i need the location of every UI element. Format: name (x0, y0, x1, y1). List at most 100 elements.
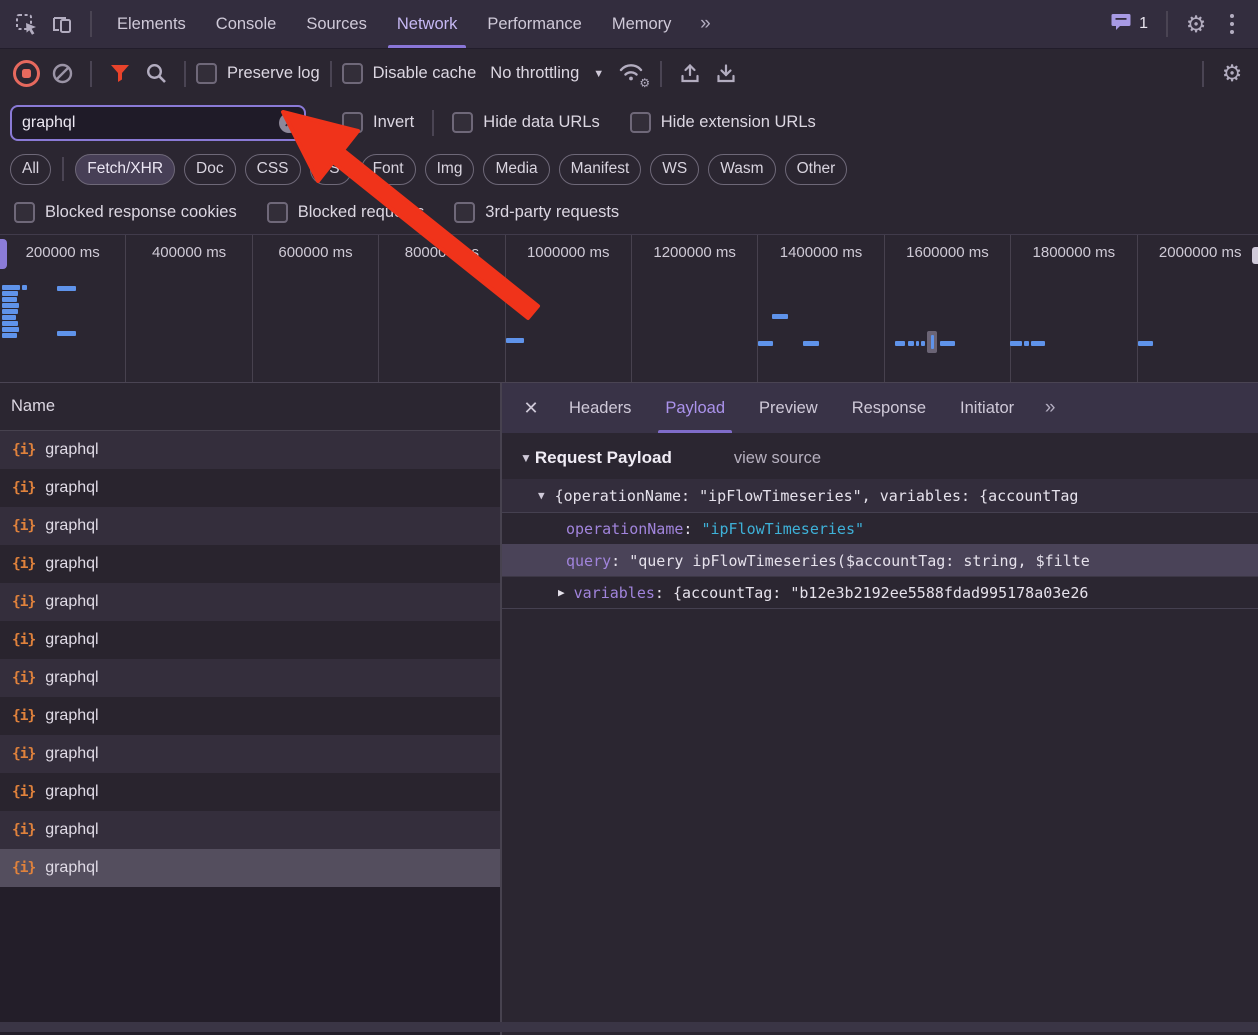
blocked-response-cookies-checkbox[interactable] (14, 202, 35, 223)
hide-extension-urls-checkbox[interactable] (630, 112, 651, 133)
third-party-requests-checkbox[interactable] (454, 202, 475, 223)
network-overview-timeline[interactable]: 200000 ms400000 ms600000 ms800000 ms1000… (0, 234, 1258, 383)
search-icon[interactable] (138, 56, 174, 92)
waterfall-bar (2, 327, 19, 332)
blocked-response-cookies-toggle[interactable]: Blocked response cookies (14, 202, 237, 223)
tab-network[interactable]: Network (382, 0, 473, 48)
invert-toggle[interactable]: Invert (342, 112, 414, 133)
request-table: Name {i}graphql{i}graphql{i}graphql{i}gr… (0, 383, 500, 1035)
detail-tab-initiator[interactable]: Initiator (943, 383, 1031, 433)
hide-extension-urls-toggle[interactable]: Hide extension URLs (630, 112, 816, 133)
waterfall-bar (1138, 341, 1153, 346)
filter-input[interactable] (10, 105, 306, 141)
panel-settings-gear-icon[interactable]: ⚙ (1214, 56, 1250, 92)
chip-wasm[interactable]: Wasm (708, 154, 775, 185)
tab-elements[interactable]: Elements (102, 0, 201, 48)
request-row[interactable]: {i}graphql (0, 849, 500, 887)
request-row[interactable]: {i}graphql (0, 773, 500, 811)
more-detail-tabs-icon[interactable]: » (1031, 390, 1067, 426)
record-network-log-icon[interactable] (8, 56, 44, 92)
hide-data-urls-checkbox[interactable] (452, 112, 473, 133)
blocked-requests-toggle[interactable]: Blocked requests (267, 202, 425, 223)
marker-line (931, 335, 934, 349)
payload-row[interactable]: operationName: "ipFlowTimeseries" (502, 513, 1258, 544)
import-har-icon[interactable] (672, 56, 708, 92)
overview-handle-left[interactable] (0, 239, 7, 269)
chip-all[interactable]: All (10, 154, 51, 185)
detail-tab-payload[interactable]: Payload (648, 383, 742, 433)
tab-sources[interactable]: Sources (291, 0, 382, 48)
network-conditions-icon[interactable]: ⚙ (614, 56, 650, 92)
request-name: graphql (45, 669, 98, 687)
clear-network-log-icon[interactable] (44, 56, 80, 92)
third-party-requests-toggle[interactable]: 3rd-party requests (454, 202, 619, 223)
clear-filter-icon[interactable]: ✕ (279, 113, 299, 133)
message-bubble-icon (1111, 12, 1132, 37)
hide-data-urls-toggle[interactable]: Hide data URLs (452, 112, 599, 133)
third-party-requests-label: 3rd-party requests (485, 203, 619, 222)
issues-button[interactable]: 1 (1103, 12, 1156, 37)
json-braces-icon: {i} (12, 442, 35, 458)
name-column-header[interactable]: Name (0, 383, 500, 431)
detail-tab-headers[interactable]: Headers (552, 383, 648, 433)
request-row[interactable]: {i}graphql (0, 697, 500, 735)
request-name: graphql (45, 745, 98, 763)
invert-checkbox[interactable] (342, 112, 363, 133)
chip-doc[interactable]: Doc (184, 154, 236, 185)
request-row[interactable]: {i}graphql (0, 621, 500, 659)
waterfall-bar (895, 341, 905, 346)
collapse-triangle-icon[interactable]: ▼ (538, 489, 545, 502)
json-braces-icon: {i} (12, 746, 35, 762)
chip-other[interactable]: Other (785, 154, 848, 185)
blocked-requests-checkbox[interactable] (267, 202, 288, 223)
overview-handle-right[interactable] (1252, 247, 1258, 264)
export-har-icon[interactable] (708, 56, 744, 92)
section-title: Request Payload (535, 448, 672, 468)
request-row[interactable]: {i}graphql (0, 545, 500, 583)
disable-cache-checkbox[interactable] (342, 63, 363, 84)
expand-triangle-icon[interactable]: ▶ (558, 586, 565, 599)
tab-memory[interactable]: Memory (597, 0, 687, 48)
chip-font[interactable]: Font (361, 154, 416, 185)
tab-console[interactable]: Console (201, 0, 292, 48)
chip-css[interactable]: CSS (245, 154, 301, 185)
preserve-log-checkbox[interactable] (196, 63, 217, 84)
main-tabs: ElementsConsoleSourcesNetworkPerformance… (102, 0, 686, 48)
waterfall-bar (1031, 341, 1045, 346)
kebab-menu-icon[interactable] (1214, 6, 1250, 42)
request-row[interactable]: {i}graphql (0, 431, 500, 469)
payload-key: query (566, 552, 611, 570)
request-row[interactable]: {i} graphql (0, 735, 500, 773)
settings-gear-icon[interactable]: ⚙ (1178, 6, 1214, 42)
tab-performance[interactable]: Performance (472, 0, 596, 48)
chip-js[interactable]: JS (310, 154, 352, 185)
more-panels-icon[interactable]: » (686, 6, 722, 42)
view-source-link[interactable]: view source (734, 449, 821, 468)
request-row[interactable]: {i}graphql (0, 469, 500, 507)
chip-ws[interactable]: WS (650, 154, 699, 185)
close-detail-icon[interactable]: ✕ (510, 398, 552, 419)
inspect-element-icon[interactable] (8, 6, 44, 42)
request-payload-section-header[interactable]: ▼ Request Payload view source (502, 433, 1258, 479)
request-row[interactable]: {i}graphql (0, 507, 500, 545)
preserve-log-toggle[interactable]: Preserve log (196, 63, 320, 84)
filter-icon[interactable] (102, 56, 138, 92)
request-name: graphql (45, 859, 98, 877)
chip-manifest[interactable]: Manifest (559, 154, 642, 185)
request-row[interactable]: {i}graphql (0, 811, 500, 849)
payload-row[interactable]: ▶variables: {accountTag: "b12e3b2192ee55… (502, 576, 1258, 608)
payload-preview-row[interactable]: ▼ {operationName: "ipFlowTimeseries", va… (502, 479, 1258, 512)
disable-cache-toggle[interactable]: Disable cache (342, 63, 477, 84)
chip-img[interactable]: Img (425, 154, 475, 185)
detail-tab-preview[interactable]: Preview (742, 383, 835, 433)
hide-extension-urls-label: Hide extension URLs (661, 113, 816, 132)
detail-tab-response[interactable]: Response (835, 383, 943, 433)
request-row[interactable]: {i}graphql (0, 659, 500, 697)
payload-row[interactable]: query: "query ipFlowTimeseries($accountT… (502, 544, 1258, 576)
device-toolbar-icon[interactable] (44, 6, 80, 42)
request-row[interactable]: {i}graphql (0, 583, 500, 621)
throttling-select[interactable]: No throttling ▼ (490, 64, 604, 83)
chip-media[interactable]: Media (483, 154, 549, 185)
chip-fetch-xhr[interactable]: Fetch/XHR (75, 154, 175, 185)
hide-data-urls-label: Hide data URLs (483, 113, 599, 132)
